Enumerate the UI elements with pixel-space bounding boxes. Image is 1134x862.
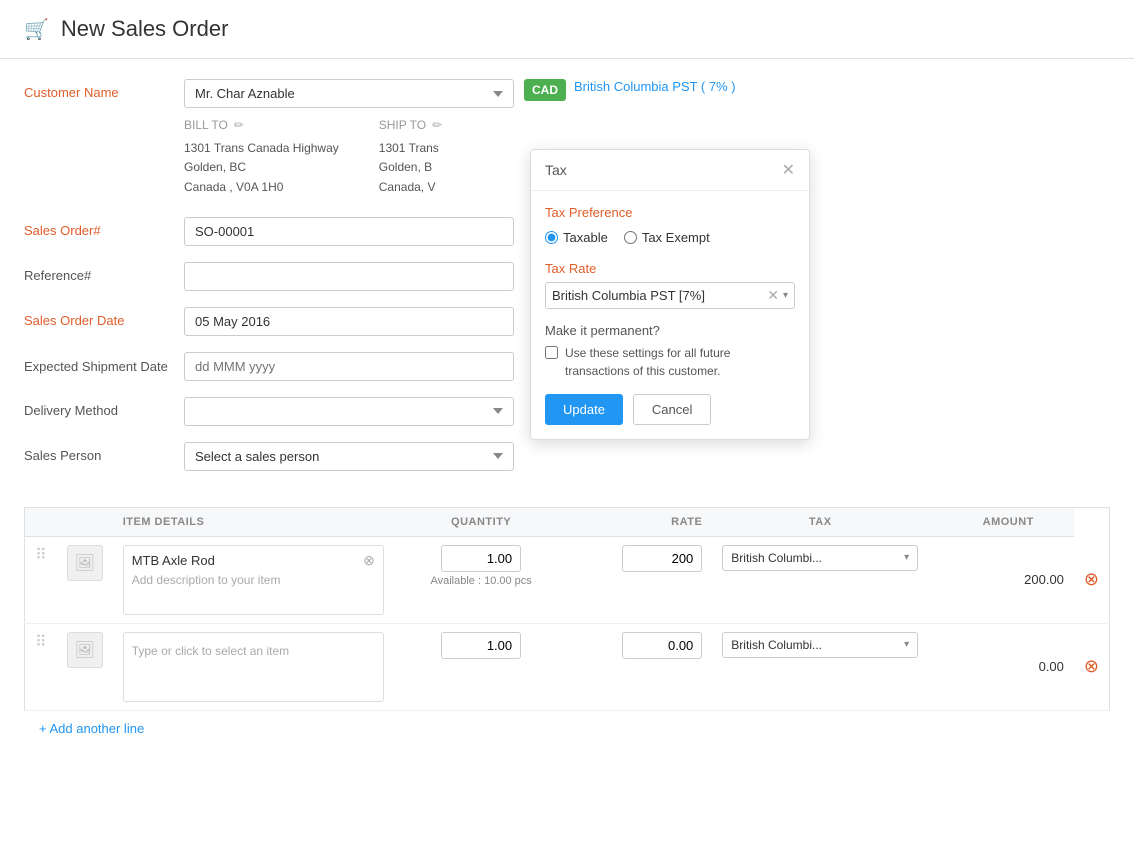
permanent-title: Make it permanent?	[545, 323, 795, 338]
add-line-label: + Add another line	[39, 721, 144, 736]
delete-row-icon[interactable]: ⊗	[1084, 656, 1099, 676]
tax-value: British Columbi...	[731, 551, 822, 565]
table-row: ⠿ 🖼 Type or click to select an item	[25, 623, 1110, 710]
drag-handle[interactable]: ⠿	[35, 547, 47, 564]
tax-modal-overlay: Tax ✕ Tax Preference Taxable Tax Exempt …	[0, 59, 1134, 507]
amount-value: 0.00	[1039, 659, 1064, 674]
permanent-label: Use these settings for all future transa…	[565, 344, 795, 380]
item-input-area[interactable]: Type or click to select an item	[123, 632, 384, 702]
table-row: ⠿ 🖼 MTB Axle Rod ⊗ Add description to yo…	[25, 536, 1110, 623]
col-amount: AMOUNT	[928, 507, 1074, 536]
taxable-option[interactable]: Taxable	[545, 230, 608, 245]
drag-handle[interactable]: ⠿	[35, 634, 47, 651]
item-clear-icon[interactable]: ⊗	[363, 552, 375, 569]
modal-close-icon[interactable]: ✕	[782, 160, 795, 180]
add-line-button[interactable]: + Add another line	[34, 721, 144, 736]
image-icon: 🖼	[75, 640, 95, 660]
col-quantity: QUANTITY	[394, 507, 569, 536]
tax-dropdown-icon: ▾	[904, 639, 909, 650]
col-item-details: ITEM DETAILS	[113, 507, 394, 536]
permanent-checkbox[interactable]	[545, 346, 558, 359]
tax-select[interactable]: British Columbi... ▾	[722, 545, 918, 571]
tax-exempt-label: Tax Exempt	[642, 230, 710, 245]
item-thumbnail: 🖼	[67, 632, 103, 668]
page-header: 🛒 New Sales Order	[0, 0, 1134, 59]
update-button[interactable]: Update	[545, 394, 623, 425]
tax-select[interactable]: British Columbi... ▾	[722, 632, 918, 658]
tax-dropdown-icon: ▾	[904, 552, 909, 563]
tax-rate-dropdown-icon[interactable]: ▾	[783, 290, 788, 301]
tax-value: British Columbi...	[731, 638, 822, 652]
item-input-area[interactable]: MTB Axle Rod ⊗ Add description to your i…	[123, 545, 384, 615]
cart-icon: 🛒	[24, 17, 49, 42]
tax-rate-clear-icon[interactable]: ✕	[767, 287, 779, 304]
available-text: Available : 10.00 pcs	[404, 575, 559, 587]
item-name: MTB Axle Rod	[132, 553, 215, 568]
image-icon: 🖼	[75, 553, 95, 573]
tax-rate-selector[interactable]: British Columbia PST [7%] ✕ ▾	[545, 282, 795, 309]
rate-input[interactable]	[622, 632, 702, 659]
tax-exempt-option[interactable]: Tax Exempt	[624, 230, 710, 245]
delete-row-icon[interactable]: ⊗	[1084, 569, 1099, 589]
amount-value: 200.00	[1024, 572, 1064, 587]
taxable-label: Taxable	[563, 230, 608, 245]
tax-rate-value: British Columbia PST [7%]	[552, 288, 767, 303]
rate-input[interactable]	[622, 545, 702, 572]
modal-title: Tax	[545, 162, 567, 178]
tax-rate-label: Tax Rate	[545, 261, 795, 276]
page-title: New Sales Order	[61, 16, 229, 42]
item-description: Add description to your item	[132, 573, 375, 587]
col-rate: RATE	[568, 507, 712, 536]
item-thumbnail: 🖼	[67, 545, 103, 581]
col-tax: TAX	[712, 507, 928, 536]
tax-preference-title: Tax Preference	[545, 205, 795, 220]
quantity-input[interactable]	[441, 632, 521, 659]
tax-modal: Tax ✕ Tax Preference Taxable Tax Exempt …	[530, 149, 810, 440]
cancel-button[interactable]: Cancel	[633, 394, 711, 425]
quantity-input[interactable]	[441, 545, 521, 572]
item-placeholder: Type or click to select an item	[132, 644, 289, 658]
